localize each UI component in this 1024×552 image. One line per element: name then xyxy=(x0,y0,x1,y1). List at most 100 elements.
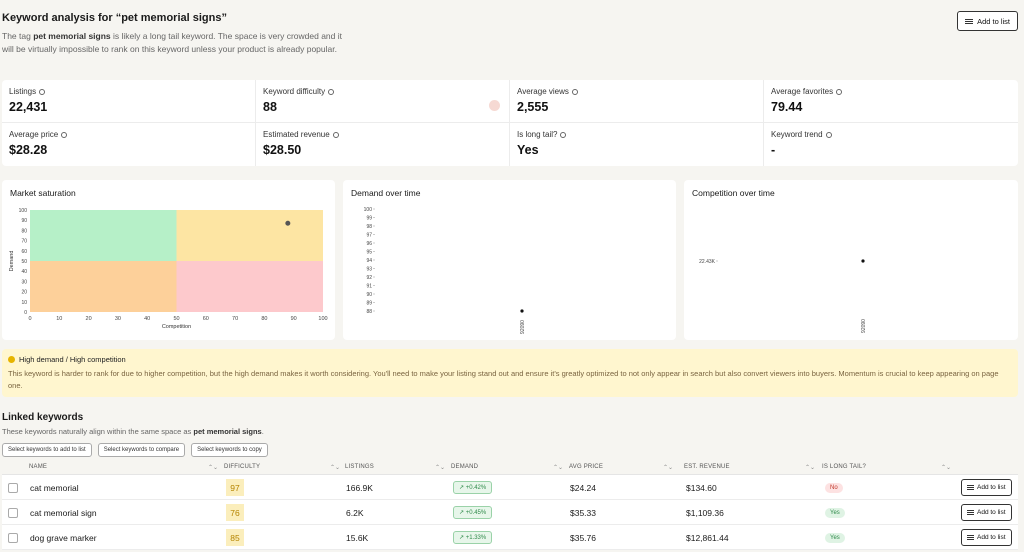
y-tick-label: 20 xyxy=(21,290,27,296)
y-tick-label: 98 xyxy=(366,224,372,230)
sort-icon[interactable]: ⌃⌄ xyxy=(941,464,951,471)
info-icon[interactable] xyxy=(825,131,832,138)
col-demand[interactable]: DEMAND xyxy=(451,464,478,470)
table-header: NAME ⌃⌄ DIFFICULTY ⌃⌄ LISTINGS ⌃⌄ DEMAND… xyxy=(2,460,1018,475)
x-axis-label: Competition xyxy=(162,324,191,330)
y-tick-label: 10 xyxy=(21,300,27,306)
demand-badge: ↗ +0.45% xyxy=(453,506,493,519)
y-tick-label: 60 xyxy=(21,249,27,255)
x-tick-label: 50 xyxy=(173,316,179,322)
difficulty-badge: 85 xyxy=(226,529,244,546)
sort-icon[interactable]: ⌃⌄ xyxy=(330,464,340,471)
y-tick-label: 30 xyxy=(21,279,27,285)
listings-value: 6.2K xyxy=(346,507,364,518)
stat-is-long-tail: Is long tail? Yes xyxy=(510,123,764,166)
row-add-to-list-button[interactable]: Add to list xyxy=(961,529,1012,546)
market-saturation-chart: 00 10 10 20 20 30 30 40 40 50 50 60 60 70 70 80 80 90 90 10… xyxy=(9,208,328,330)
x-tick-label: 70 xyxy=(232,316,238,322)
y-tick-label: 100 xyxy=(19,208,28,214)
select-copy-button[interactable]: Select keywords to copy xyxy=(191,443,268,457)
x-tick-label: 100 xyxy=(318,316,327,322)
avg-price-value: $35.76 xyxy=(570,532,596,543)
table-row[interactable]: dog grave marker 85 15.6K ↗ +1.33% $35.7… xyxy=(2,525,1018,550)
col-difficulty[interactable]: DIFFICULTY xyxy=(224,464,260,470)
list-icon xyxy=(967,484,974,491)
keyword-name: cat memorial sign xyxy=(30,507,97,518)
row-add-to-list-button[interactable]: Add to list xyxy=(961,504,1012,521)
demand-point xyxy=(520,309,524,313)
avg-price-value: $35.33 xyxy=(570,507,596,518)
revenue-value: $12,861.44 xyxy=(686,532,729,543)
quadrant-bottom-right xyxy=(176,261,323,312)
row-add-to-list-button[interactable]: Add to list xyxy=(961,479,1012,496)
x-tick-label: 10 xyxy=(56,316,62,322)
select-compare-button[interactable]: Select keywords to compare xyxy=(97,443,186,457)
y-tick-label: 95 xyxy=(366,250,372,256)
sort-icon[interactable]: ⌃⌄ xyxy=(208,464,218,471)
keyword-name: cat memorial xyxy=(30,482,79,493)
col-listings[interactable]: LISTINGS xyxy=(345,464,374,470)
row-checkbox[interactable] xyxy=(8,482,18,493)
linked-description: These keywords naturally align within th… xyxy=(2,427,264,436)
y-tick-label: 92 xyxy=(366,275,372,281)
info-icon[interactable] xyxy=(571,88,578,95)
y-tick-label: 50 xyxy=(21,259,27,265)
status-dot-icon xyxy=(8,356,15,363)
table-row[interactable]: cat memorial sign 76 6.2K ↗ +0.45% $35.3… xyxy=(2,500,1018,525)
sort-icon[interactable]: ⌃⌄ xyxy=(553,464,563,471)
y-tick-label: 89 xyxy=(366,301,372,307)
y-tick-label: 0 xyxy=(24,310,27,316)
col-name[interactable]: NAME xyxy=(29,464,47,470)
col-long-tail[interactable]: IS LONG TAIL? xyxy=(822,464,866,470)
stat-average-favorites: Average favorites 79.44 xyxy=(764,80,1018,123)
revenue-value: $1,109.36 xyxy=(686,507,724,518)
info-icon[interactable] xyxy=(39,88,46,95)
add-to-list-button[interactable]: Add to list xyxy=(957,11,1018,31)
competition-point xyxy=(861,259,865,263)
long-tail-badge: No xyxy=(825,482,843,493)
callout-text: This keyword is harder to rank for due t… xyxy=(8,369,999,390)
info-icon[interactable] xyxy=(836,88,843,95)
x-tick-label: 0 xyxy=(28,316,31,322)
linked-title: Linked keywords xyxy=(2,412,84,423)
stat-listings: Listings 22,431 xyxy=(2,80,256,123)
y-tick-label: 97 xyxy=(366,233,372,239)
quadrant-top-left xyxy=(30,210,177,261)
info-icon[interactable] xyxy=(61,131,68,138)
table-row[interactable]: cat memorial 97 166.9K ↗ +0.42% $24.24 $… xyxy=(2,475,1018,500)
callout-heading: High demand / High competition xyxy=(19,355,126,364)
x-tick-label: 92090 xyxy=(520,320,526,334)
quadrant-bottom-left xyxy=(30,261,177,312)
difficulty-indicator xyxy=(489,100,500,111)
stat-keyword-trend: Keyword trend - xyxy=(764,123,1018,166)
row-checkbox[interactable] xyxy=(8,507,18,518)
keyword-name: dog grave marker xyxy=(30,532,97,543)
sort-icon[interactable]: ⌃⌄ xyxy=(435,464,445,471)
list-icon xyxy=(967,534,974,541)
quadrant-top-right xyxy=(176,210,323,261)
info-icon[interactable] xyxy=(560,131,567,138)
long-tail-badge: Yes xyxy=(825,532,845,543)
listings-value: 15.6K xyxy=(346,532,369,543)
y-tick-label: 40 xyxy=(21,269,27,275)
x-tick-label: 90 xyxy=(291,316,297,322)
col-est-revenue[interactable]: EST. REVENUE xyxy=(684,464,730,470)
demand-badge: ↗ +1.33% xyxy=(453,531,493,544)
x-tick-label: 30 xyxy=(115,316,121,322)
y-tick-label: 94 xyxy=(366,258,372,264)
y-axis-label: Demand xyxy=(9,251,15,272)
sort-icon[interactable]: ⌃⌄ xyxy=(663,464,673,471)
stat-average-views: Average views 2,555 xyxy=(510,80,764,123)
x-tick-label: 60 xyxy=(203,316,209,322)
info-icon[interactable] xyxy=(328,88,335,95)
page-header: Keyword analysis for “pet memorial signs… xyxy=(2,12,342,55)
stat-keyword-difficulty: Keyword difficulty 88 xyxy=(256,80,510,123)
y-tick-label: 100 xyxy=(364,207,373,213)
col-avg-price[interactable]: AVG PRICE xyxy=(569,464,603,470)
sort-icon[interactable]: ⌃⌄ xyxy=(805,464,815,471)
row-checkbox[interactable] xyxy=(8,532,18,543)
select-add-to-list-button[interactable]: Select keywords to add to list xyxy=(2,443,92,457)
info-icon[interactable] xyxy=(332,131,339,138)
x-tick-label: 80 xyxy=(261,316,267,322)
y-tick-label: 90 xyxy=(21,218,27,224)
